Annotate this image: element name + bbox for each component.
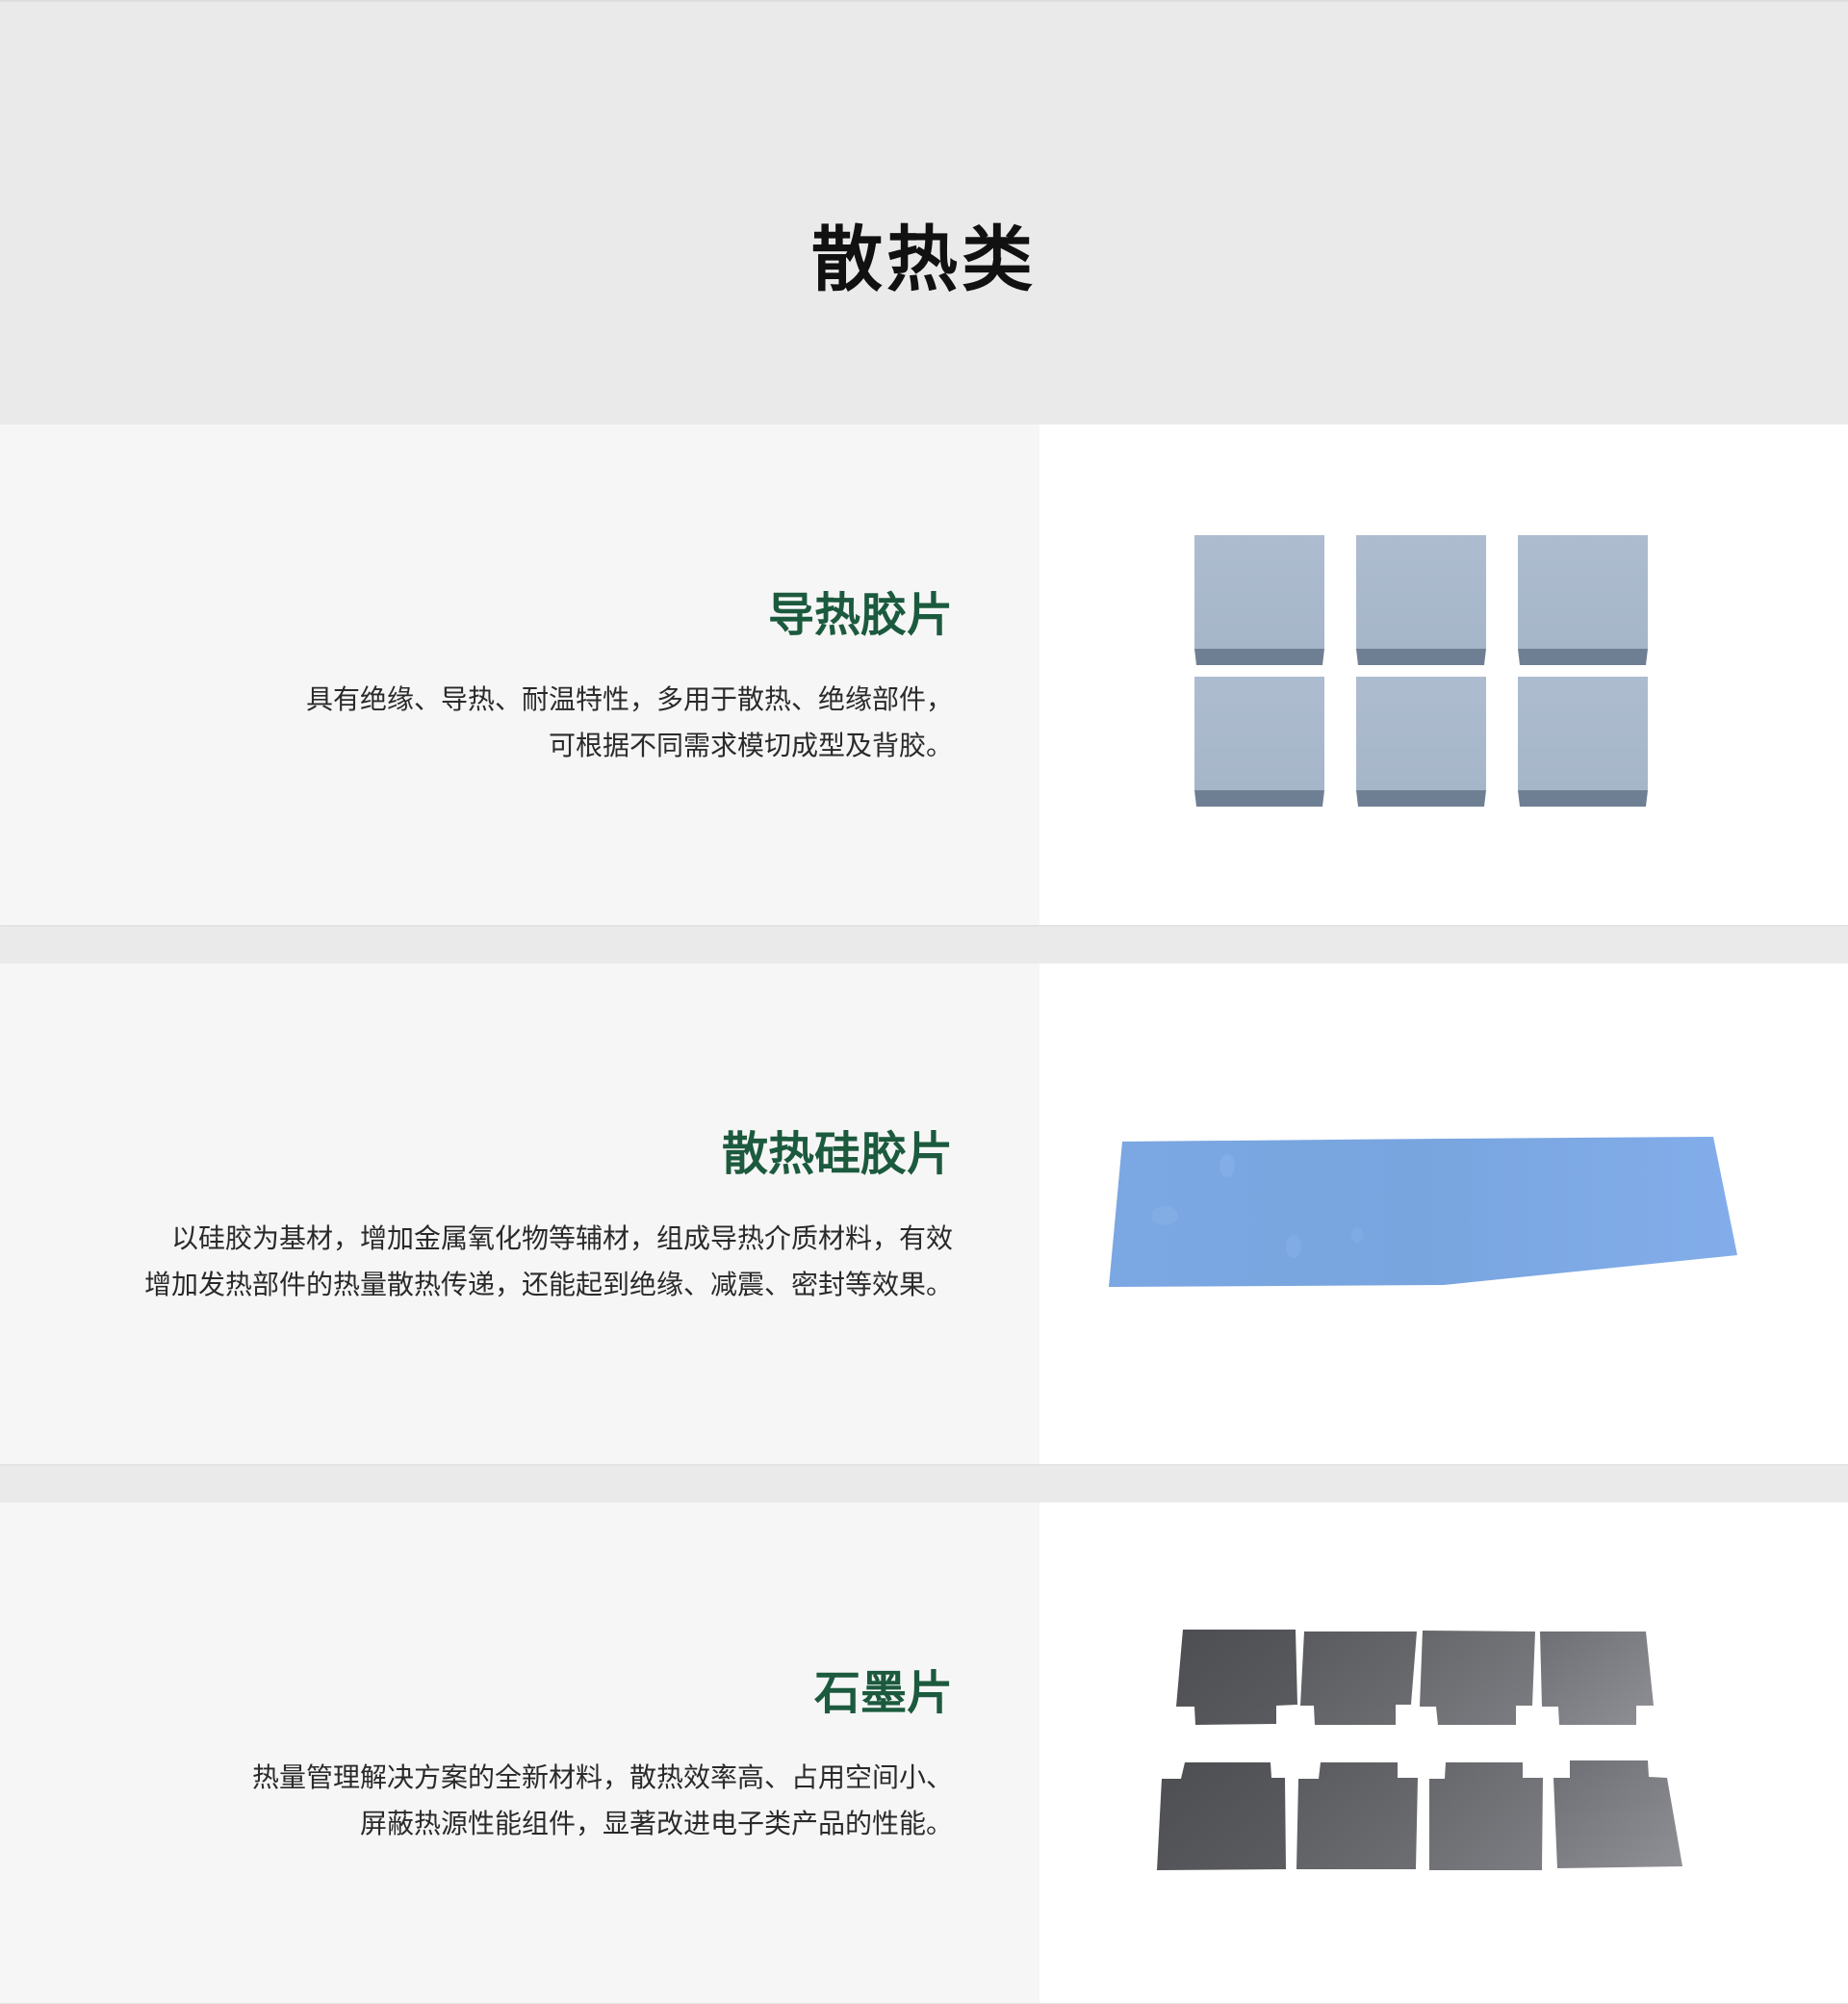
product-description-line: 热量管理解决方案的全新材料，散热效率高、占用空间小、 xyxy=(251,1761,953,1793)
thermal-pad-block xyxy=(1356,535,1486,665)
graphite-sheet-piece xyxy=(1300,1631,1417,1725)
product-description-line: 屏蔽热源性能组件，显著改进电子类产品的性能。 xyxy=(359,1808,953,1839)
silicone-sheet-image xyxy=(1109,1137,1737,1287)
product-image-panel xyxy=(1040,424,1848,925)
product-image-panel xyxy=(1040,963,1848,1464)
graphite-sheet-piece xyxy=(1420,1631,1535,1725)
page: 散热类 导热胶片 具有绝缘、导热、耐温特性，多用于散热、绝缘部件， 可根据不同需… xyxy=(0,0,1848,2004)
product-description-line: 可根据不同需求模切成型及背胶。 xyxy=(548,730,953,761)
product-text-panel: 导热胶片 具有绝缘、导热、耐温特性，多用于散热、绝缘部件， 可根据不同需求模切成… xyxy=(0,424,1040,925)
product-description: 热量管理解决方案的全新材料，散热效率高、占用空间小、 屏蔽热源性能组件，显著改进… xyxy=(10,1755,953,1847)
product-text-panel: 散热硅胶片 以硅胶为基材，增加金属氧化物等辅材，组成导热介质材料，有效 增加发热… xyxy=(0,963,1040,1464)
graphite-sheet-piece xyxy=(1176,1630,1297,1725)
product-description: 以硅胶为基材，增加金属氧化物等辅材，组成导热介质材料，有效 增加发热部件的热量散… xyxy=(10,1216,953,1308)
product-section-thermal-pad: 导热胶片 具有绝缘、导热、耐温特性，多用于散热、绝缘部件， 可根据不同需求模切成… xyxy=(0,424,1848,925)
product-title: 散热硅胶片 xyxy=(721,1127,953,1181)
product-title: 导热胶片 xyxy=(767,588,953,642)
product-image-panel xyxy=(1040,1503,1848,2003)
product-text-panel: 石墨片 热量管理解决方案的全新材料，散热效率高、占用空间小、 屏蔽热源性能组件，… xyxy=(0,1503,1040,2003)
graphite-sheet-piece xyxy=(1429,1762,1543,1870)
product-title: 石墨片 xyxy=(813,1666,953,1720)
thermal-pad-block xyxy=(1518,677,1648,807)
product-description-line: 以硅胶为基材，增加金属氧化物等辅材，组成导热介质材料，有效 xyxy=(170,1222,953,1254)
thermal-pad-block xyxy=(1356,677,1486,807)
product-description-line: 具有绝缘、导热、耐温特性，多用于散热、绝缘部件， xyxy=(305,683,953,715)
thermal-pad-image xyxy=(1194,535,1648,807)
product-section-silicone-sheet: 散热硅胶片 以硅胶为基材，增加金属氧化物等辅材，组成导热介质材料，有效 增加发热… xyxy=(0,963,1848,1464)
product-description: 具有绝缘、导热、耐温特性，多用于散热、绝缘部件， 可根据不同需求模切成型及背胶。 xyxy=(10,677,953,769)
silicone-sheet xyxy=(1109,1137,1737,1287)
top-divider xyxy=(0,0,1848,2)
page-title: 散热类 xyxy=(811,218,1037,301)
graphite-sheet-piece xyxy=(1296,1762,1418,1869)
thermal-pad-block xyxy=(1194,535,1324,665)
graphite-sheet-piece xyxy=(1540,1631,1654,1725)
graphite-sheet-piece xyxy=(1157,1762,1286,1870)
thermal-pad-block xyxy=(1518,535,1648,665)
product-description-line: 增加发热部件的热量散热传递，还能起到绝缘、减震、密封等效果。 xyxy=(143,1269,953,1300)
product-section-graphite-sheet: 石墨片 热量管理解决方案的全新材料，散热效率高、占用空间小、 屏蔽热源性能组件，… xyxy=(0,1503,1848,2003)
thermal-pad-block xyxy=(1194,677,1324,807)
graphite-sheet-piece xyxy=(1553,1760,1682,1868)
graphite-sheet-image xyxy=(1157,1630,1682,1870)
